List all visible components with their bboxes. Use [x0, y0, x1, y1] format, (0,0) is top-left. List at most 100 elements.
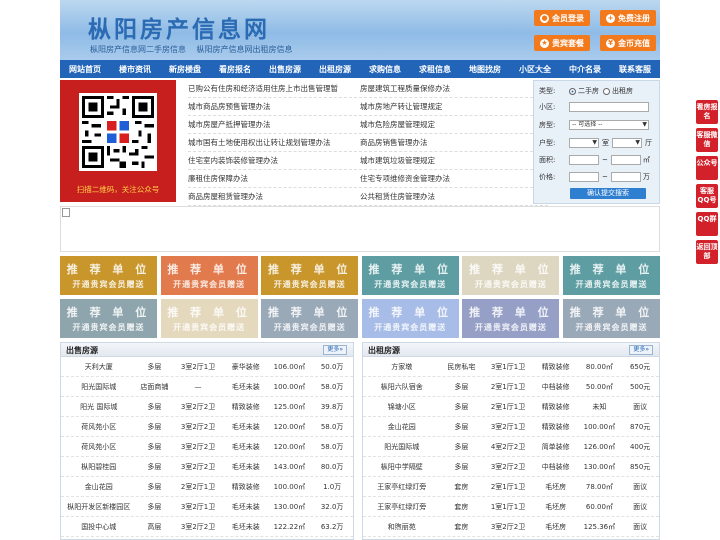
listing-row[interactable]: 国投中心城 高层 3室2厅2卫 毛坯未装 122.22㎡ 63.2万 [61, 517, 353, 537]
side-viewing-signup[interactable]: 看房报名 [696, 100, 718, 124]
listing-community[interactable]: 枞阳中学隔壁 [363, 462, 440, 472]
listing-community[interactable]: 和煦丽苑 [363, 522, 440, 532]
nav-news[interactable]: 楼市资讯 [119, 64, 151, 75]
recommended-unit-ad[interactable]: 推 荐 单 位开通贵宾会员赠送 [563, 256, 660, 295]
listing-row[interactable]: 枞阳中学隔壁 多层 3室2厅2卫 中档装修 130.00㎡ 850元 [363, 457, 659, 477]
listing-community[interactable]: 国投中心城 [61, 522, 136, 532]
recommended-unit-ad[interactable]: 推 荐 单 位开通贵宾会员赠送 [60, 299, 157, 338]
sale-more-button[interactable]: 更多» [323, 345, 347, 355]
recommended-unit-ad[interactable]: 推 荐 单 位开通贵宾会员赠送 [361, 299, 459, 338]
policy-link[interactable]: 商品房屋租赁管理办法 [188, 191, 360, 202]
vip-package-button[interactable]: ★ 贵宾套餐 [534, 35, 590, 51]
listing-row[interactable]: 阳光国际城 多层 4室2厅2卫 简单装修 126.00㎡ 400元 [363, 437, 659, 457]
policy-link[interactable]: 住宅专项维修资金管理办法 [360, 173, 532, 184]
nav-wanted-buy[interactable]: 求购信息 [369, 64, 401, 75]
listing-community[interactable]: 阳光国际城 [363, 442, 440, 452]
listing-row[interactable]: 荷风苑小区 多层 3室2厅2卫 毛坯未装 120.00㎡ 58.0万 [61, 437, 353, 457]
recommended-unit-ad[interactable]: 推 荐 单 位开通贵宾会员赠送 [462, 256, 560, 295]
nav-map[interactable]: 地图找房 [469, 64, 501, 75]
area-max-input[interactable] [610, 155, 641, 165]
listing-community[interactable]: 天利大厦 [61, 362, 136, 372]
side-back-to-top[interactable]: 返回顶部 [696, 240, 718, 264]
side-wechat[interactable]: 客服微信 [696, 128, 718, 152]
radio-rent[interactable] [603, 87, 610, 95]
listing-community[interactable]: 枞阳开发区新楼园区 [61, 502, 136, 512]
policy-link[interactable]: 房屋建筑工程质量保修办法 [360, 83, 532, 94]
policy-link[interactable]: 城市房地产转让管理规定 [360, 101, 532, 112]
policy-link[interactable]: 公共租赁住房管理办法 [360, 191, 532, 202]
listing-row[interactable]: 王家亭红绿灯旁 套房 2室1厅1卫 毛坯房 78.00㎡ 面议 [363, 477, 659, 497]
site-logo[interactable]: 枞阳房产信息网 [88, 10, 270, 44]
nav-rent[interactable]: 出租房源 [319, 64, 351, 75]
listing-row[interactable]: 阳光国际城 店面商铺 — 毛坯未装 100.00㎡ 58.0万 [61, 377, 353, 397]
hall-select[interactable]: ▼ [612, 138, 642, 148]
policy-link[interactable]: 商品房销售管理办法 [360, 137, 532, 148]
price-max-input[interactable] [610, 172, 641, 182]
listing-community[interactable]: 荷风苑小区 [61, 422, 136, 432]
nav-new-homes[interactable]: 新房楼盘 [169, 64, 201, 75]
recommended-unit-ad[interactable]: 推 荐 单 位开通贵宾会员赠送 [462, 299, 560, 338]
banner-image[interactable] [60, 206, 660, 252]
rent-more-button[interactable]: 更多» [629, 345, 653, 355]
sublink-sale[interactable]: 枞阳房产信息网二手房信息 [90, 45, 186, 54]
policy-link[interactable]: 住宅室内装饰装修管理办法 [188, 155, 360, 166]
room-select[interactable]: ▼ [569, 138, 599, 148]
nav-communities[interactable]: 小区大全 [519, 64, 551, 75]
listing-row[interactable]: 方家墩 民房私宅 3室1厅1卫 精致装修 80.00㎡ 650元 [363, 357, 659, 377]
listing-community[interactable]: 金山花园 [61, 482, 136, 492]
nav-contact[interactable]: 联系客服 [619, 64, 651, 75]
recommended-unit-ad[interactable]: 推 荐 单 位开通贵宾会员赠送 [361, 256, 459, 295]
listing-row[interactable]: 金山花园 多层 2室2厅1卫 精致装修 100.00㎡ 1.0万 [61, 477, 353, 497]
listing-community[interactable]: 王家亭红绿灯旁 [363, 482, 440, 492]
side-official-account[interactable]: 公众号 [696, 156, 718, 180]
community-input[interactable] [569, 102, 649, 112]
area-min-input[interactable] [569, 155, 599, 165]
nav-viewing-signup[interactable]: 看房报名 [219, 64, 251, 75]
policy-link[interactable]: 城市商品房预售管理办法 [188, 101, 360, 112]
sublink-rent[interactable]: 枞阳房产信息网出租房信息 [197, 45, 293, 54]
register-button[interactable]: + 免费注册 [600, 10, 656, 26]
recommended-unit-ad[interactable]: 推 荐 单 位开通贵宾会员赠送 [261, 256, 359, 295]
nav-home[interactable]: 网站首页 [69, 64, 101, 75]
recommended-unit-ad[interactable]: 推 荐 单 位开通贵宾会员赠送 [160, 299, 258, 338]
recommended-unit-ad[interactable]: 推 荐 单 位开通贵宾会员赠送 [563, 299, 660, 338]
nav-sale[interactable]: 出售房源 [269, 64, 301, 75]
listing-community[interactable]: 荷风苑小区 [61, 442, 136, 452]
listing-community[interactable]: 枞阳六队宿舍 [363, 382, 440, 392]
listing-community[interactable]: 阳光国际城 [61, 382, 136, 392]
radio-sale[interactable] [569, 87, 576, 95]
policy-link[interactable]: 城市房屋产抵押管理办法 [188, 119, 360, 130]
listing-community[interactable]: 方家墩 [363, 362, 440, 372]
listing-row[interactable]: 阳光 国际城 多层 3室2厅2卫 精致装修 125.00㎡ 39.8万 [61, 397, 353, 417]
listing-community[interactable]: 枞阳碧桂园 [61, 462, 136, 472]
policy-link[interactable]: 城市建筑垃圾管理规定 [360, 155, 532, 166]
listing-community[interactable]: 王家亭红绿灯旁 [363, 502, 440, 512]
recharge-button[interactable]: ¥ 金币充值 [600, 35, 656, 51]
listing-row[interactable]: 枞阳六队宿舍 多层 2室1厅1卫 中档装修 50.00㎡ 500元 [363, 377, 659, 397]
policy-link[interactable]: 城市危险房屋管理规定 [360, 119, 532, 130]
listing-row[interactable]: 王家亭红绿灯旁 套房 1室1厅1卫 毛坯房 60.00㎡ 面议 [363, 497, 659, 517]
recommended-unit-ad[interactable]: 推 荐 单 位开通贵宾会员赠送 [261, 299, 359, 338]
listing-community[interactable]: 金山花园 [363, 422, 440, 432]
recommended-unit-ad[interactable]: 推 荐 单 位开通贵宾会员赠送 [160, 256, 258, 295]
recommended-unit-ad[interactable]: 推 荐 单 位开通贵宾会员赠送 [60, 256, 157, 295]
listing-row[interactable]: 金山花园 多层 3室2厅1卫 精致装修 100.00㎡ 870元 [363, 417, 659, 437]
housetype-select[interactable]: -- 可选择 -- ▼ [569, 120, 649, 130]
listing-row[interactable]: 锦塘小区 多层 2室1厅1卫 精致装修 未知 面议 [363, 397, 659, 417]
nav-agents[interactable]: 中介名录 [569, 64, 601, 75]
listing-community[interactable]: 锦塘小区 [363, 402, 440, 412]
listing-community[interactable]: 阳光 国际城 [61, 402, 136, 412]
policy-link[interactable]: 已购公有住房和经济适用住房上市出售管理暂 [188, 83, 360, 94]
login-button[interactable]: ● 会员登录 [534, 10, 590, 26]
listing-row[interactable]: 天利大厦 多层 3室2厅1卫 豪华装修 106.00㎡ 50.0万 [61, 357, 353, 377]
listing-row[interactable]: 和煦丽苑 套房 3室2厅2卫 毛坯房 125.36㎡ 面议 [363, 517, 659, 537]
price-min-input[interactable] [569, 172, 599, 182]
listing-row[interactable]: 枞阳碧桂园 多层 3室2厅2卫 毛坯未装 143.00㎡ 80.0万 [61, 457, 353, 477]
listing-row[interactable]: 荷风苑小区 多层 3室2厅2卫 毛坯未装 120.00㎡ 58.0万 [61, 417, 353, 437]
policy-link[interactable]: 廉租住房保障办法 [188, 173, 360, 184]
nav-wanted-rent[interactable]: 求租信息 [419, 64, 451, 75]
listing-row[interactable]: 枞阳开发区新楼园区 多层 3室2厅1卫 毛坯未装 130.00㎡ 32.0万 [61, 497, 353, 517]
side-qq[interactable]: 客服QQ号 [696, 184, 718, 208]
policy-link[interactable]: 城市国有土地使用权出让转让规划管理办法 [188, 137, 360, 148]
side-qq-group[interactable]: QQ群 [696, 212, 718, 236]
